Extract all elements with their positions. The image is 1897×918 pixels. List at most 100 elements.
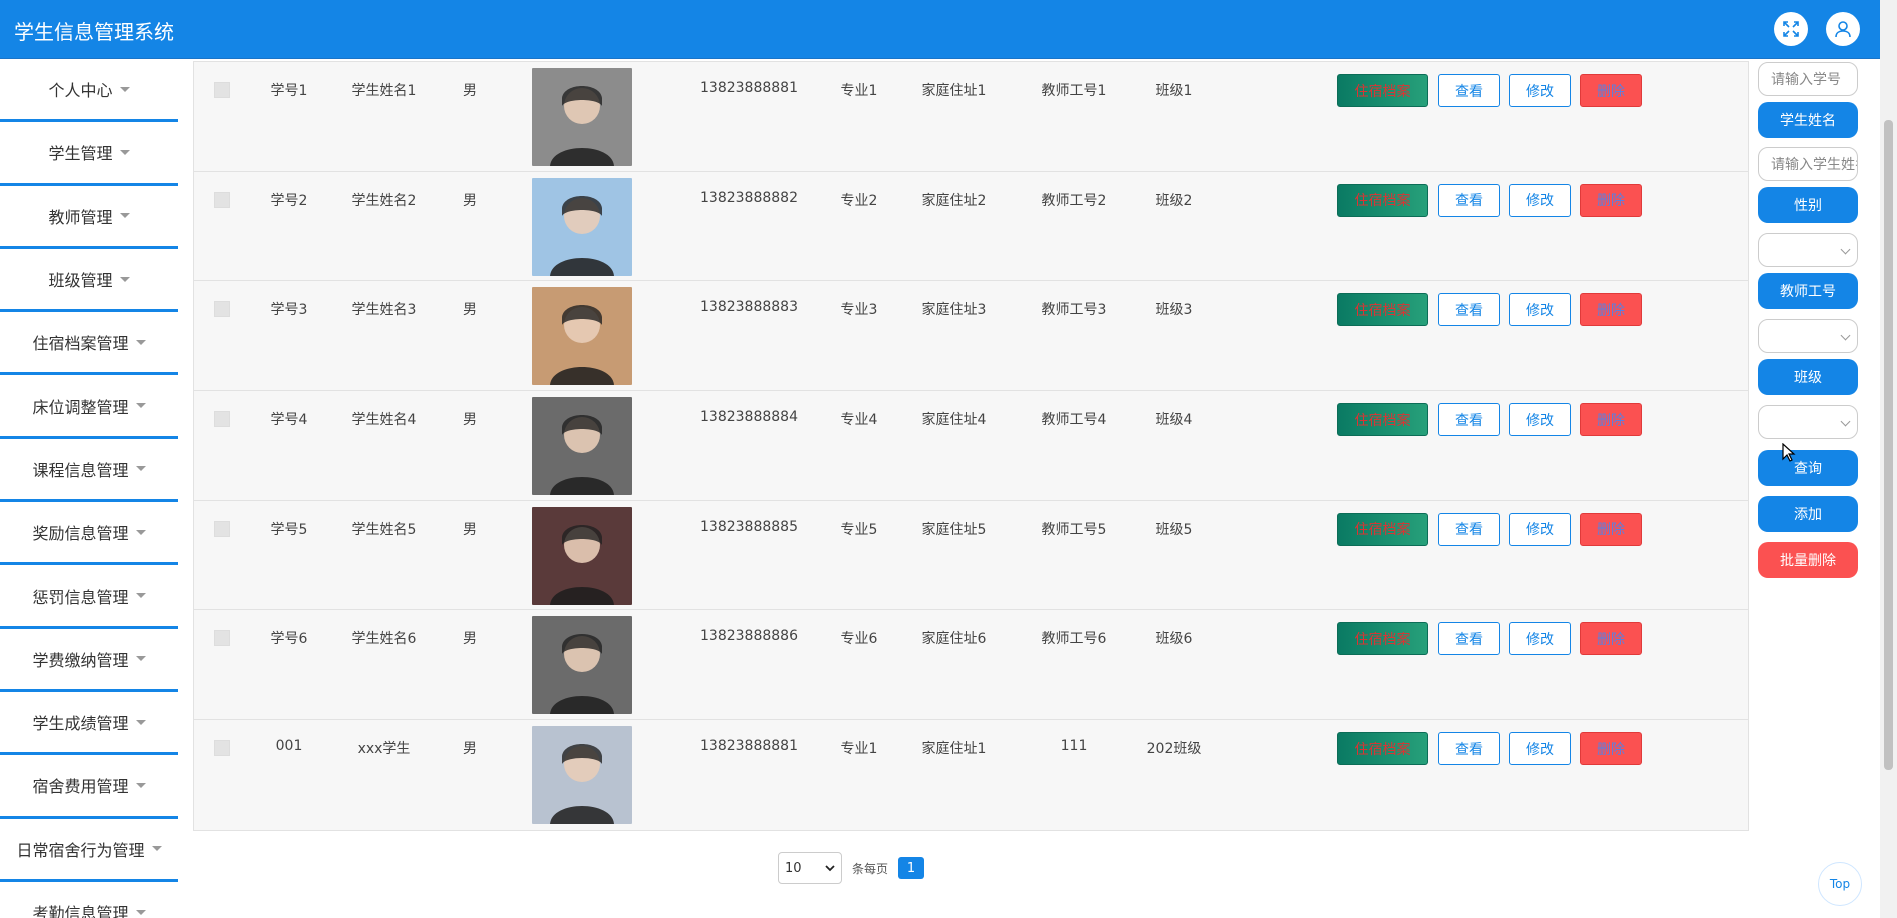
student-class: 班级2 [1155,192,1193,209]
student-photo [532,616,632,715]
student-class: 班级4 [1155,412,1193,429]
student-sex: 男 [463,741,477,758]
page-scrollbar[interactable] [1880,0,1897,918]
sex-select[interactable] [1758,233,1858,267]
delete-button[interactable]: 删除 [1580,293,1642,327]
delete-button[interactable]: 删除 [1580,732,1642,766]
chevron-down-icon [135,593,146,599]
class-label-button[interactable]: 班级 [1758,359,1858,395]
row-checkbox[interactable] [214,82,230,98]
teacher-id: 教师工号4 [1041,412,1107,429]
chevron-down-icon [135,403,146,409]
student-name: 学生姓名2 [351,192,417,209]
sidebar-item[interactable]: 个人中心 [0,59,178,123]
row-checkbox[interactable] [214,411,230,428]
view-button[interactable]: 查看 [1438,622,1500,656]
edit-button[interactable]: 修改 [1509,74,1571,107]
view-button[interactable]: 查看 [1438,512,1500,546]
page-size-select[interactable]: 10 [778,852,842,884]
row-checkbox[interactable] [214,630,230,647]
sidebar-item-label: 学生管理 [48,144,113,164]
student-address: 家庭住址3 [921,302,987,319]
sidebar-item[interactable]: 日常宿舍行为管理 [0,819,178,882]
chevron-down-icon [1840,244,1851,255]
per-page-label: 条每页 [852,861,889,876]
delete-button[interactable]: 删除 [1580,622,1642,656]
student-phone: 13823888881 [700,80,798,96]
person-photo-icon [532,616,632,715]
sex-label-button[interactable]: 性别 [1758,187,1858,223]
scrollbar-thumb[interactable] [1884,120,1893,770]
dorm-record-button[interactable]: 住宿档案 [1337,512,1428,546]
edit-button[interactable]: 修改 [1509,622,1571,656]
sidebar-item[interactable]: 学生管理 [0,122,178,186]
row-checkbox[interactable] [214,301,230,318]
dorm-record-button[interactable]: 住宿档案 [1337,74,1428,107]
sidebar-item[interactable]: 惩罚信息管理 [0,565,178,629]
student-sex: 男 [463,83,477,99]
sidebar-item-label: 惩罚信息管理 [32,587,129,607]
delete-button[interactable]: 删除 [1580,183,1642,217]
student-phone: 13823888881 [700,738,798,755]
delete-button[interactable]: 删除 [1580,512,1642,546]
view-button[interactable]: 查看 [1438,293,1500,327]
sidebar-item[interactable]: 班级管理 [0,249,178,313]
batch-delete-button[interactable]: 批量删除 [1758,542,1858,578]
chevron-down-icon [135,719,146,725]
person-photo-icon [532,68,632,166]
sidebar-item-label: 床位调整管理 [32,397,129,417]
teacher-id: 教师工号2 [1041,192,1107,209]
student-phone: 13823888886 [700,628,798,645]
sidebar-item[interactable]: 课程信息管理 [0,439,178,503]
row-checkbox[interactable] [214,191,230,208]
student-major: 专业4 [840,412,878,429]
sidebar-item[interactable]: 学生成绩管理 [0,692,178,756]
teacher-id-select[interactable] [1758,319,1858,353]
teacher-id: 教师工号3 [1041,302,1107,319]
view-button[interactable]: 查看 [1438,403,1500,437]
dorm-record-button[interactable]: 住宿档案 [1337,183,1428,217]
user-button[interactable] [1826,12,1860,46]
edit-button[interactable]: 修改 [1509,403,1571,437]
view-button[interactable]: 查看 [1438,74,1500,107]
table-row: 学号4 学生姓名4 男 13823888884 专业4 家庭住址4 教师工号4 班级4 住宿档案… [194,391,1748,501]
back-to-top-button[interactable]: Top [1818,862,1862,906]
delete-button[interactable]: 删除 [1580,403,1642,437]
sidebar-item[interactable]: 奖励信息管理 [0,502,178,566]
sidebar-item[interactable]: 床位调整管理 [0,375,178,439]
query-button[interactable]: 查询 [1758,450,1858,486]
student-phone: 13823888885 [700,518,798,535]
sidebar-item[interactable]: 教师管理 [0,186,178,249]
student-major: 专业2 [840,192,878,209]
student-name-input[interactable]: 请输入学生姓名 [1758,147,1858,181]
dorm-record-button[interactable]: 住宿档案 [1337,293,1428,327]
teacher-id-label-button[interactable]: 教师工号 [1758,273,1858,309]
student-address: 家庭住址1 [921,83,987,99]
dorm-record-button[interactable]: 住宿档案 [1337,732,1428,766]
student-name-label-button[interactable]: 学生姓名 [1758,102,1858,138]
view-button[interactable]: 查看 [1438,732,1500,766]
page-button-1[interactable]: 1 [898,857,925,879]
sidebar-item[interactable]: 住宿档案管理 [0,312,178,376]
edit-button[interactable]: 修改 [1509,183,1571,217]
student-id-input[interactable]: 请输入学号 [1758,62,1858,96]
sidebar-item[interactable]: 宿舍费用管理 [0,755,178,819]
sidebar-item[interactable]: 学费缴纳管理 [0,629,178,692]
fullscreen-button[interactable] [1774,12,1808,46]
student-class: 班级6 [1155,631,1193,648]
student-name: 学生姓名4 [351,412,417,429]
row-checkbox[interactable] [214,520,230,537]
mouse-cursor-icon [1782,443,1796,462]
add-button[interactable]: 添加 [1758,496,1858,532]
dorm-record-button[interactable]: 住宿档案 [1337,403,1428,437]
class-select[interactable] [1758,405,1858,439]
row-checkbox[interactable] [214,740,230,757]
student-sex: 男 [463,192,477,209]
edit-button[interactable]: 修改 [1509,293,1571,327]
edit-button[interactable]: 修改 [1509,512,1571,546]
edit-button[interactable]: 修改 [1509,732,1571,766]
view-button[interactable]: 查看 [1438,183,1500,217]
dorm-record-button[interactable]: 住宿档案 [1337,622,1428,656]
sidebar-item[interactable]: 考勤信息管理 [0,882,178,918]
delete-button[interactable]: 删除 [1580,74,1642,107]
